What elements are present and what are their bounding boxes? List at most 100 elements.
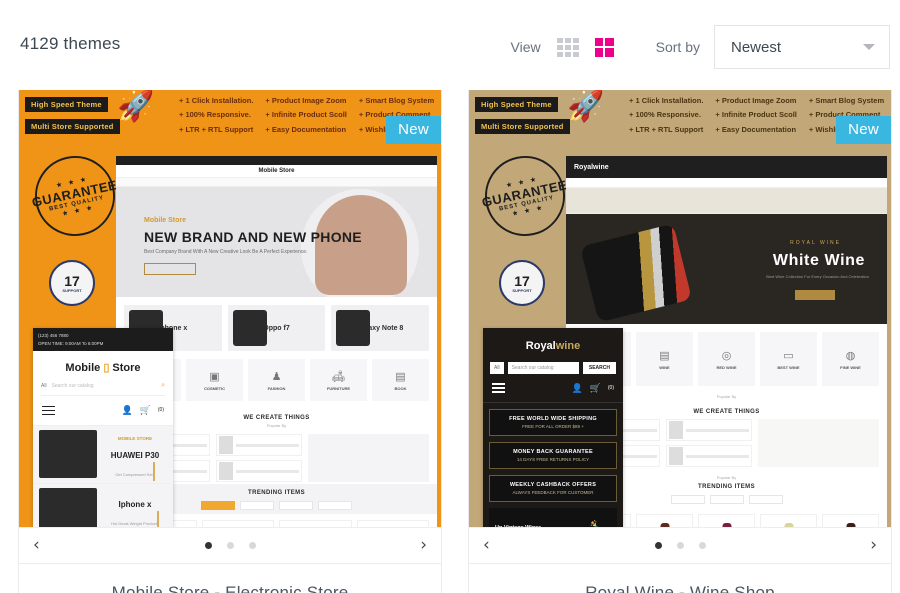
card-carousel: ‹ › [19, 527, 441, 563]
feature-item [666, 445, 753, 467]
product-button [156, 511, 159, 527]
category-label: WINE [659, 364, 670, 370]
promo-line-1: FREE WORLD WIDE SHIPPING [509, 416, 597, 423]
wine-lifestyle-image [758, 419, 879, 467]
carousel-next-button[interactable]: › [420, 537, 427, 554]
vintage-label: Up Vintage Wines [495, 525, 541, 527]
promo-feature: + 100% Responsive. [629, 110, 701, 120]
rocket-mascot-icon: 🚀 [567, 90, 605, 123]
vintage-info: Up Vintage Wines [495, 516, 541, 527]
mobile-search-bar[interactable]: All Search our catalog ⌕ [41, 382, 165, 397]
mobile-logo: Royalwine [483, 328, 623, 362]
grid-2-view-icon[interactable] [594, 37, 614, 57]
category-tile: ▭ BEST WINE [760, 332, 817, 386]
themes-count: 4129 themes [20, 34, 121, 53]
category-tile: ▣ COSMETIC [186, 359, 243, 401]
promo-feature: + Easy Documentation [715, 124, 797, 134]
theme-preview-thumbnail[interactable]: High Speed Theme Multi Store Supported 🚀… [19, 90, 441, 527]
theme-preview-body: ★ ★ ★ GUARANTEE BEST QUALITY ★ ★ ★ 17 SU… [19, 148, 441, 527]
promo-feature: + Infinite Product Scoll [715, 110, 797, 120]
promo-line-2: ALWAYS FEEDBACK FOR CUSTOMER [512, 490, 594, 496]
cart-icon[interactable]: 🛒 [590, 383, 601, 394]
support-badge: 17 SUPPORT [499, 260, 545, 306]
feature-thumb [219, 436, 234, 454]
feature-item [216, 460, 303, 482]
category-tile: ♟ FASHION [248, 359, 305, 401]
carousel-dots [654, 542, 706, 549]
mobile-hours: OPEN TIME: 9:00AM To 6:00PM [38, 340, 104, 346]
user-account-icon[interactable]: 👤 [121, 405, 132, 416]
fine-wine-icon: ◍ [845, 349, 856, 362]
trending-tab [748, 495, 783, 504]
hamburger-menu-icon[interactable] [492, 381, 505, 395]
hero-subtitle: Best Company Brand With A New Creative L… [144, 249, 308, 255]
feature-column [666, 419, 753, 467]
user-account-icon[interactable]: 👤 [571, 383, 582, 394]
site-header [566, 178, 887, 188]
carousel-dot[interactable] [654, 542, 662, 549]
carousel-dot[interactable] [676, 542, 684, 549]
mobile-actions: 👤 🛒 (0) [121, 405, 164, 416]
feature-line [686, 454, 750, 458]
trending-product [636, 514, 693, 527]
cart-count: (0) [157, 407, 164, 414]
feature-thumb [219, 462, 234, 480]
promo-line-2: FREE FOR ALL ORDER $89 + [522, 424, 584, 430]
feature-item [666, 419, 753, 441]
theme-card[interactable]: High Speed Theme Multi Store Supported 🚀… [468, 90, 892, 593]
grid-2-glyph [594, 37, 614, 57]
grid-cell [556, 51, 563, 57]
red-wine-icon: ◎ [721, 349, 732, 362]
toolbar-controls: View Sort by Newest [511, 25, 890, 69]
grid-cell [564, 51, 571, 57]
trending-product [279, 520, 352, 527]
rocket-mascot-icon: 🚀 [117, 90, 155, 123]
new-badge: New [386, 116, 441, 144]
mobile-vintage-banner: Up Vintage Wines 🍾 [489, 508, 617, 527]
feature-line [236, 469, 300, 473]
grid-cell [564, 44, 571, 50]
theme-title[interactable]: Mobile Store - Electronic Store [19, 563, 441, 593]
promo-feature: + Smart Blog System [808, 96, 885, 105]
mobile-search-bar[interactable]: All Search our catalog SEARCH [490, 362, 616, 374]
promo-feature: + 100% Responsive. [179, 110, 251, 120]
site-logo: Mobile Store [258, 168, 295, 174]
sort-by-select[interactable]: Newest [714, 25, 890, 69]
grid-3-view-icon[interactable] [556, 37, 579, 57]
product-name: Oppo f7 [263, 324, 290, 332]
cart-count: (0) [607, 385, 614, 392]
grid-cell [594, 37, 604, 46]
search-scope: All [41, 383, 47, 390]
product-image [784, 523, 793, 527]
carousel-dot[interactable] [204, 542, 212, 549]
product-image [846, 523, 855, 527]
carousel-prev-button[interactable]: ‹ [33, 537, 40, 554]
promo-badge-list: High Speed Theme Multi Store Supported [475, 94, 570, 138]
carousel-dot[interactable] [248, 542, 256, 549]
promo-feature: + Product Image Zoom [265, 96, 347, 105]
hero-cta-button [795, 290, 835, 300]
category-label: BOOK [394, 385, 407, 391]
trending-product [822, 514, 879, 527]
theme-card[interactable]: High Speed Theme Multi Store Supported 🚀… [18, 90, 442, 593]
hero-wine-bottle-image [579, 223, 693, 323]
category-tile: ◍ FINE WINE [822, 332, 879, 386]
carousel-prev-button[interactable]: ‹ [483, 537, 490, 554]
theme-title[interactable]: Royal Wine - Wine Shop [469, 563, 891, 593]
grid-cell [572, 37, 579, 43]
search-button[interactable]: SEARCH [582, 362, 616, 374]
hamburger-menu-icon[interactable] [42, 403, 55, 417]
promo-feature: + Easy Documentation [265, 124, 347, 134]
carousel-next-button[interactable]: › [870, 537, 877, 554]
grid-cell [605, 48, 614, 57]
site-menu [116, 178, 437, 187]
carousel-dot[interactable] [698, 542, 706, 549]
mobile-promo: MONEY BACK GUARANTEE 14 DAYS FREE RETURN… [489, 442, 617, 470]
site-logo: Royalwine [574, 163, 609, 171]
carousel-dot[interactable] [226, 542, 234, 549]
cart-icon[interactable]: 🛒 [140, 405, 151, 416]
theme-preview-thumbnail[interactable]: High Speed Theme Multi Store Supported 🚀… [469, 90, 891, 527]
support-badge-caption: SUPPORT [512, 287, 532, 293]
grid-cell [572, 44, 579, 50]
grid-cell [605, 37, 614, 46]
